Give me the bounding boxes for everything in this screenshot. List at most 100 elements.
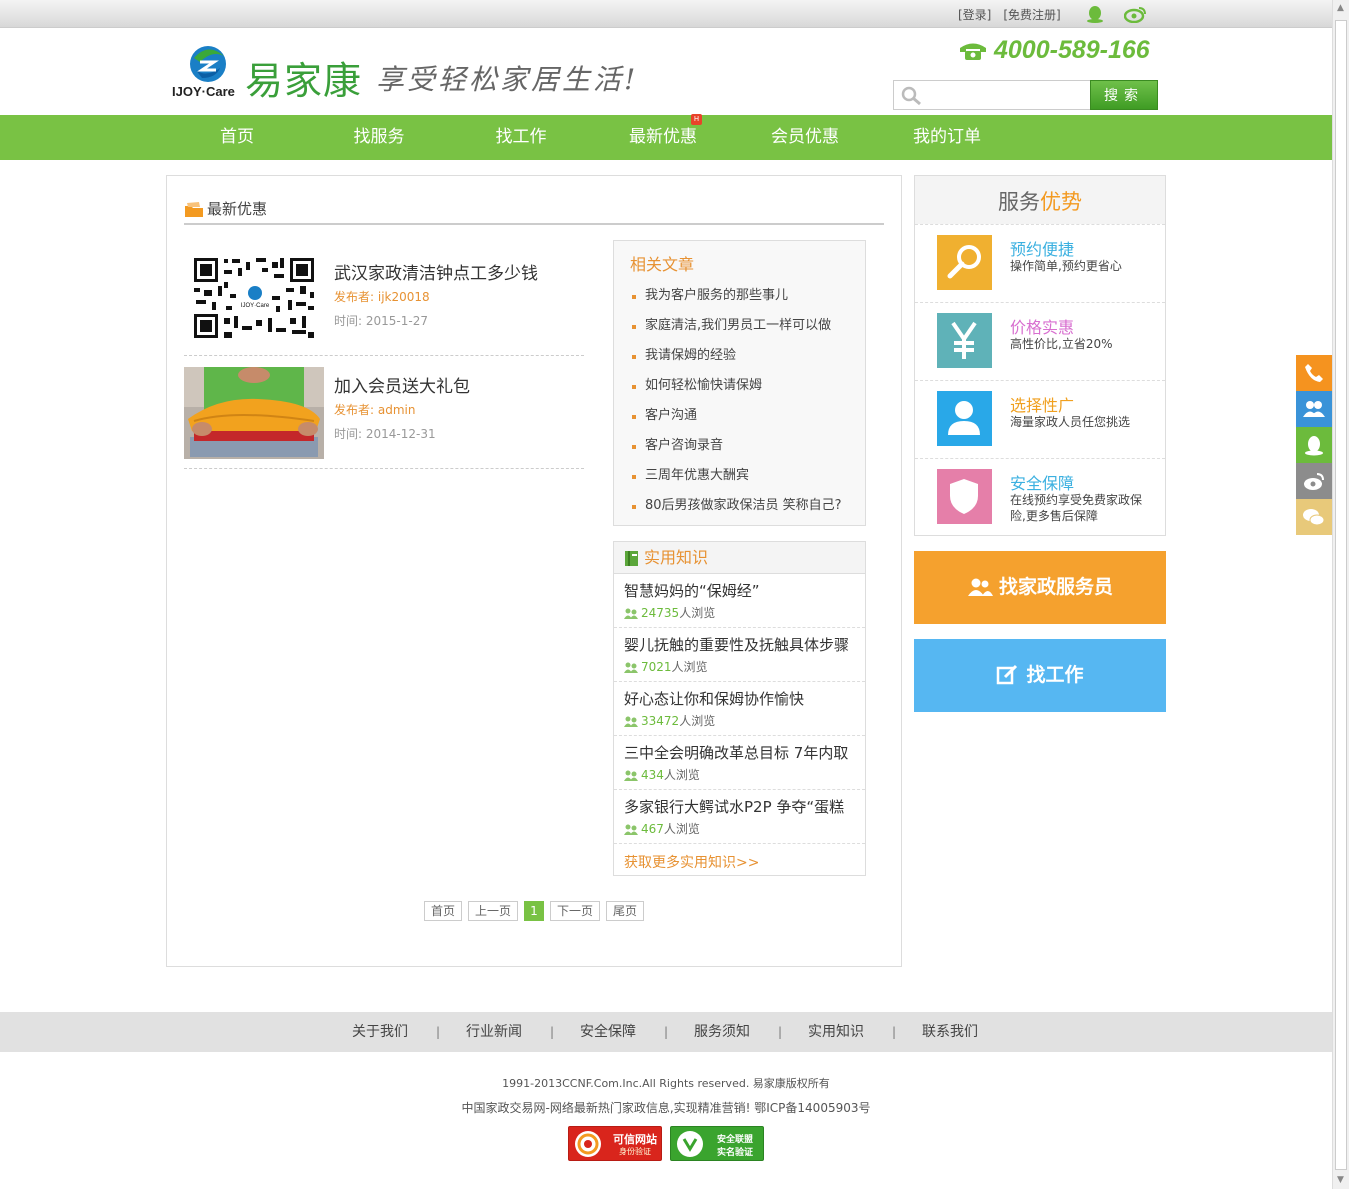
trusted-site-badge[interactable]: 可信网站 身份验证 [568,1126,662,1161]
knowledge-item-title[interactable]: 智慧妈妈的“保姆经” [624,580,865,601]
article-title[interactable]: 加入会员送大礼包 [334,372,470,397]
qq-icon[interactable] [1086,5,1104,23]
related-item[interactable]: 三周年优惠大酬宾 [630,461,865,491]
page-current[interactable]: 1 [524,901,544,921]
nav-my-orders[interactable]: 我的订单 [887,115,1007,160]
service-advantages: 服务优势 预约便捷 操作简单,预约更省心 价格实惠 高性价比,立省20% 选择性… [914,175,1166,536]
search-box [893,80,1091,110]
related-item[interactable]: 家庭清洁,我们男员工一样可以做 [630,311,865,341]
related-list: 我为客户服务的那些事儿 家庭清洁,我们男员工一样可以做 我请保姆的经验 如何轻松… [630,281,865,521]
view-count-suffix: 人浏览 [679,714,716,728]
nav-find-service[interactable]: 找服务 [319,115,439,160]
float-group-button[interactable] [1296,391,1332,427]
advantage-desc: 海量家政人员任您挑选 [1010,415,1131,429]
page-last[interactable]: 尾页 [606,901,644,921]
footer-link-knowledge[interactable]: 实用知识 [808,1012,864,1052]
advantage-item: 价格实惠 高性价比,立省20% [915,302,1165,380]
article-time: 时间: 2014-12-31 [334,427,436,441]
users-icon [624,716,638,727]
view-count-number: 7021 [641,660,672,674]
view-count: 24735人浏览 [624,604,865,621]
page-scrollbar[interactable]: ▲ ▼ [1332,0,1349,1189]
logo[interactable]: IJOY·Care [172,44,242,102]
page-next[interactable]: 下一页 [550,901,600,921]
footer-sep: | [778,1025,783,1039]
view-count: 467人浏览 [624,820,865,837]
related-item[interactable]: 如何轻松愉快请保姆 [630,371,865,401]
footer-links: 关于我们 | 行业新闻 | 安全保障 | 服务须知 | 实用知识 | 联系我们 [0,1012,1332,1052]
knowledge-item[interactable]: 三中全会明确改革总目标 7年内取 434人浏览 [614,736,865,790]
badge2-title: 安全联盟 [717,1135,754,1145]
float-qq-button[interactable] [1296,427,1332,463]
related-item[interactable]: 80后男孩做家政保洁员 笑称自己? [630,491,865,521]
page-first[interactable]: 首页 [424,901,462,921]
advantages-title-b: 优势 [1040,190,1082,214]
scroll-thumb[interactable] [1335,20,1347,1170]
search-button[interactable]: 搜索 [1090,80,1158,110]
advantage-title: 价格实惠 [1010,318,1075,337]
account-links: [登录] [免费注册] [958,6,1073,23]
login-link[interactable]: [登录] [958,8,991,22]
knowledge-item[interactable]: 婴儿抚触的重要性及抚触具体步骤 7021人浏览 [614,628,865,682]
article-item[interactable]: IJOY·Care 武汉家政清洁钟点工多少钱 发布者: ijk20018 时间:… [184,254,584,356]
knowledge-item-title[interactable]: 多家银行大鳄试水P2P 争夺“蛋糕 [624,796,865,817]
article-time: 时间: 2015-1-27 [334,314,428,328]
footer-sep: | [436,1025,441,1039]
view-count-number: 24735 [641,606,680,620]
find-service-label: 找家政服务员 [998,576,1113,598]
find-service-button[interactable]: 找家政服务员 [914,551,1166,624]
nav-latest-offers-label: 最新优惠 [629,127,697,147]
security-alliance-badge[interactable]: 安全联盟 实名验证 [670,1126,764,1161]
view-count: 33472人浏览 [624,712,865,729]
register-link[interactable]: [免费注册] [1003,8,1060,22]
related-item[interactable]: 我为客户服务的那些事儿 [630,281,865,311]
float-wechat-button[interactable] [1296,499,1332,535]
related-articles: 相关文章 我为客户服务的那些事儿 家庭清洁,我们男员工一样可以做 我请保姆的经验… [613,240,866,526]
knowledge-item[interactable]: 多家银行大鳄试水P2P 争夺“蛋糕 467人浏览 [614,790,865,844]
more-knowledge-link[interactable]: 获取更多实用知识>> [614,844,865,872]
footer-link-notice[interactable]: 服务须知 [694,1012,750,1052]
search-input[interactable] [924,81,1084,107]
knowledge-item-title[interactable]: 三中全会明确改革总目标 7年内取 [624,742,865,763]
nav-member-offers[interactable]: 会员优惠 [745,115,865,160]
footer-sep: | [664,1025,669,1039]
advantage-title: 安全保障 [1010,474,1075,493]
related-item[interactable]: 客户咨询录音 [630,431,865,461]
view-count-number: 467 [641,822,664,836]
related-item[interactable]: 我请保姆的经验 [630,341,865,371]
brand-name: 易家康 [245,59,363,103]
knowledge-item[interactable]: 智慧妈妈的“保姆经” 24735人浏览 [614,574,865,628]
knowledge-item-title[interactable]: 婴儿抚触的重要性及抚触具体步骤 [624,634,865,655]
knowledge-item[interactable]: 好心态让你和保姆协作愉快 33472人浏览 [614,682,865,736]
float-phone-button[interactable] [1296,355,1332,391]
advantage-desc: 操作简单,预约更省心 [1010,259,1122,273]
wechat-icon [1303,509,1325,526]
users-icon [624,770,638,781]
page-prev[interactable]: 上一页 [468,901,518,921]
article-title[interactable]: 武汉家政清洁钟点工多少钱 [334,259,538,284]
article-item[interactable]: 加入会员送大礼包 发布者: admin 时间: 2014-12-31 [184,367,584,469]
nav-find-job[interactable]: 找工作 [461,115,581,160]
float-weibo-button[interactable] [1296,463,1332,499]
weibo-icon[interactable] [1124,5,1148,23]
view-count-suffix: 人浏览 [663,768,700,782]
scroll-up-arrow[interactable]: ▲ [1337,3,1344,13]
footer-link-security[interactable]: 安全保障 [580,1012,636,1052]
nav-home[interactable]: 首页 [177,115,297,160]
nav-latest-offers[interactable]: 最新优惠 H [603,114,723,160]
view-count-number: 434 [641,768,664,782]
knowledge-item-title[interactable]: 好心态让你和保姆协作愉快 [624,688,865,709]
group-icon [1303,401,1325,417]
find-job-button[interactable]: 找工作 [914,639,1166,712]
related-item[interactable]: 客户沟通 [630,401,865,431]
icp-info: 中国家政交易网-网络最新热门家政信息,实现精准营销! 鄂ICP备14005903… [461,1101,871,1115]
svg-text:IJOY·Care: IJOY·Care [241,303,270,309]
footer-link-about[interactable]: 关于我们 [352,1012,408,1052]
advantage-item: 选择性广 海量家政人员任您挑选 [915,380,1165,458]
footer-link-contact[interactable]: 联系我们 [922,1012,978,1052]
scroll-down-arrow[interactable]: ▼ [1337,1175,1344,1185]
top-bar: [登录] [免费注册] [0,0,1332,28]
logo-text: IJOY·Care [172,84,235,99]
search-icon [937,235,992,290]
footer-link-news[interactable]: 行业新闻 [466,1012,522,1052]
